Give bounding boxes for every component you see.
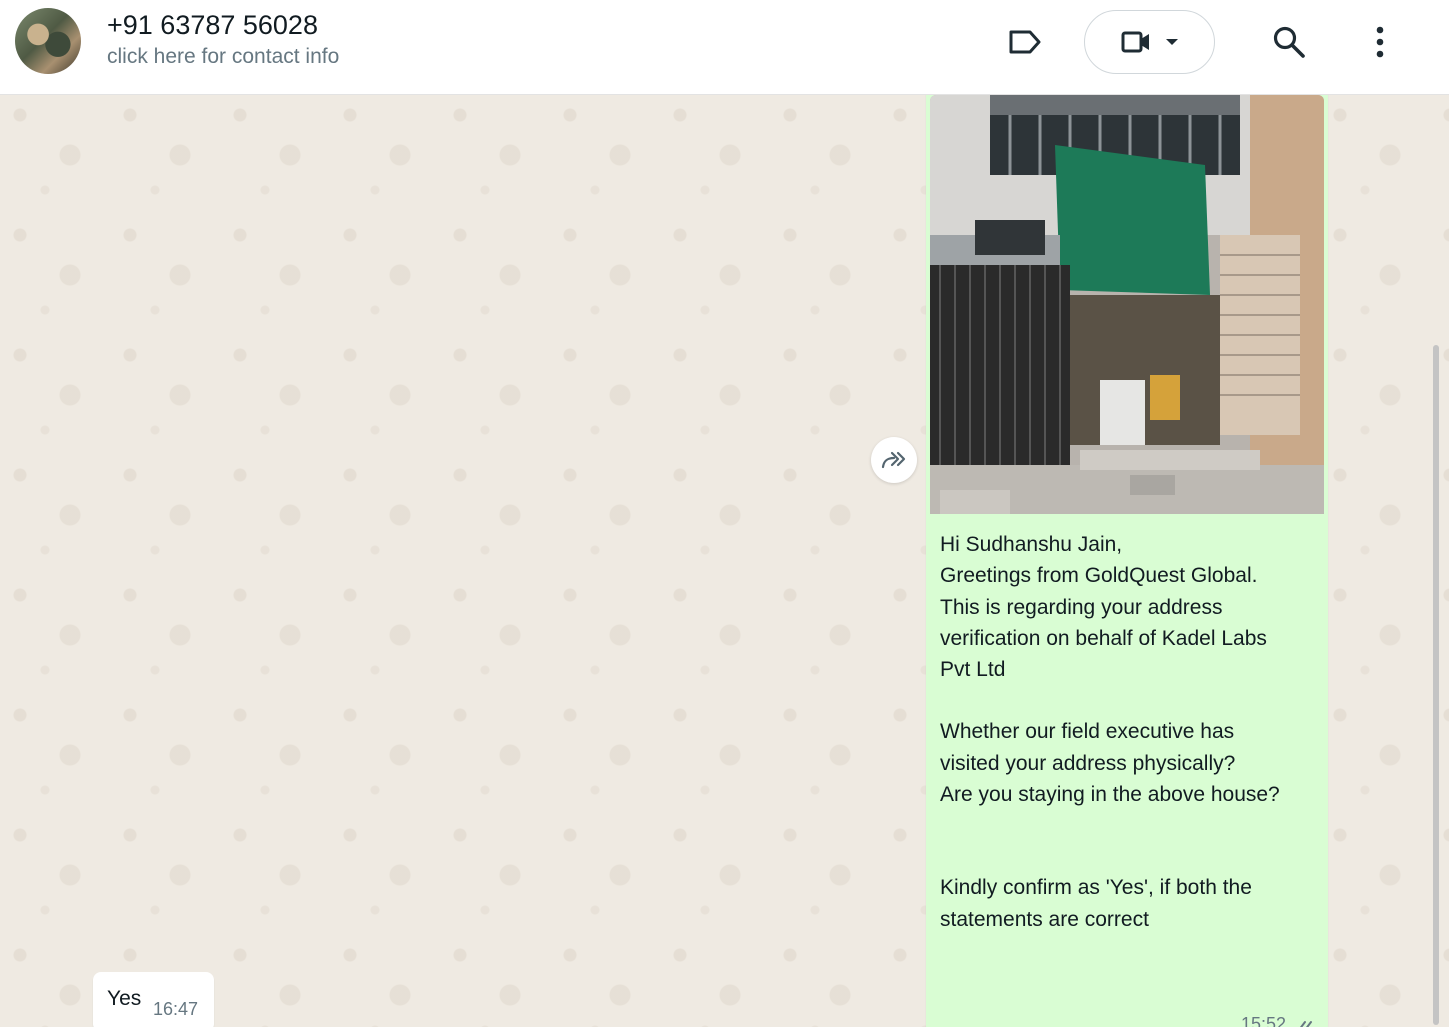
search-icon xyxy=(1273,26,1305,58)
message-line: This is regarding your address xyxy=(940,595,1223,619)
message-line: Kindly confirm as 'Yes', if both the xyxy=(940,876,1252,900)
incoming-message[interactable]: Yes 16:47 xyxy=(93,972,214,1027)
message-line: Pvt Ltd xyxy=(940,658,1006,682)
video-camera-icon xyxy=(1121,31,1149,53)
chat-area[interactable]: Hi Sudhanshu Jain, Greetings from GoldQu… xyxy=(0,95,1449,1027)
message-line: verification on behalf of Kadel Labs xyxy=(940,626,1267,650)
label-button[interactable] xyxy=(1003,20,1047,64)
forward-icon xyxy=(881,451,906,469)
message-text: Yes xyxy=(107,987,142,1010)
message-time: 16:47 xyxy=(153,999,199,1019)
contact-name[interactable]: +91 63787 56028 xyxy=(107,10,318,41)
outgoing-message[interactable]: Hi Sudhanshu Jain, Greetings from GoldQu… xyxy=(926,95,1328,1027)
label-icon xyxy=(1009,30,1041,54)
more-vertical-icon xyxy=(1376,26,1384,58)
house-photo xyxy=(930,95,1324,514)
message-line: visited your address physically? xyxy=(940,751,1236,775)
video-call-button[interactable] xyxy=(1084,10,1215,74)
message-line: statements are correct xyxy=(940,907,1149,931)
message-photo[interactable] xyxy=(930,95,1324,514)
double-check-icon xyxy=(1300,1021,1312,1027)
chevron-down-icon xyxy=(1165,39,1178,45)
contact-avatar[interactable] xyxy=(15,8,81,74)
menu-button[interactable] xyxy=(1358,18,1402,66)
scrollbar[interactable] xyxy=(1433,345,1439,1025)
message-line: Are you staying in the above house? xyxy=(940,783,1280,807)
chat-header: +91 63787 56028 click here for contact i… xyxy=(0,0,1449,95)
message-line: Hi Sudhanshu Jain, xyxy=(940,533,1123,556)
contact-info-link[interactable]: click here for contact info xyxy=(107,45,339,69)
search-button[interactable] xyxy=(1265,18,1313,66)
forward-button[interactable] xyxy=(871,437,917,483)
message-line: Whether our field executive has xyxy=(940,720,1235,744)
message-line: Greetings from GoldQuest Global. xyxy=(940,564,1258,588)
message-text: Hi Sudhanshu Jain, Greetings from GoldQu… xyxy=(940,529,1318,935)
message-time: 15:52 xyxy=(1240,1014,1286,1027)
